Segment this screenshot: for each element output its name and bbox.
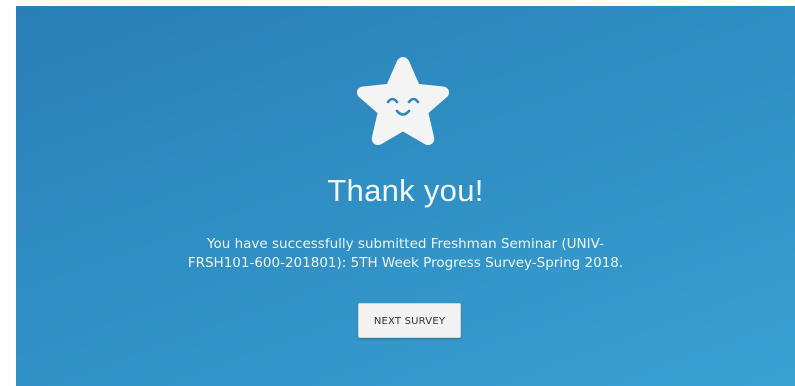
survey-complete-panel: Thank you! You have successfully submitt… (16, 6, 795, 386)
smiling-star-icon (348, 51, 458, 159)
message-line-2: FRSH101-600-201801): 5TH Week Progress S… (187, 255, 624, 271)
message-line-1: You have successfully submitted Freshman… (207, 236, 604, 252)
thank-you-heading: Thank you! (327, 173, 484, 208)
submission-confirmation-message: You have successfully submitted Freshman… (136, 235, 675, 273)
next-survey-button[interactable]: NEXT SURVEY (358, 303, 461, 338)
page-frame: Thank you! You have successfully submitt… (0, 0, 795, 386)
